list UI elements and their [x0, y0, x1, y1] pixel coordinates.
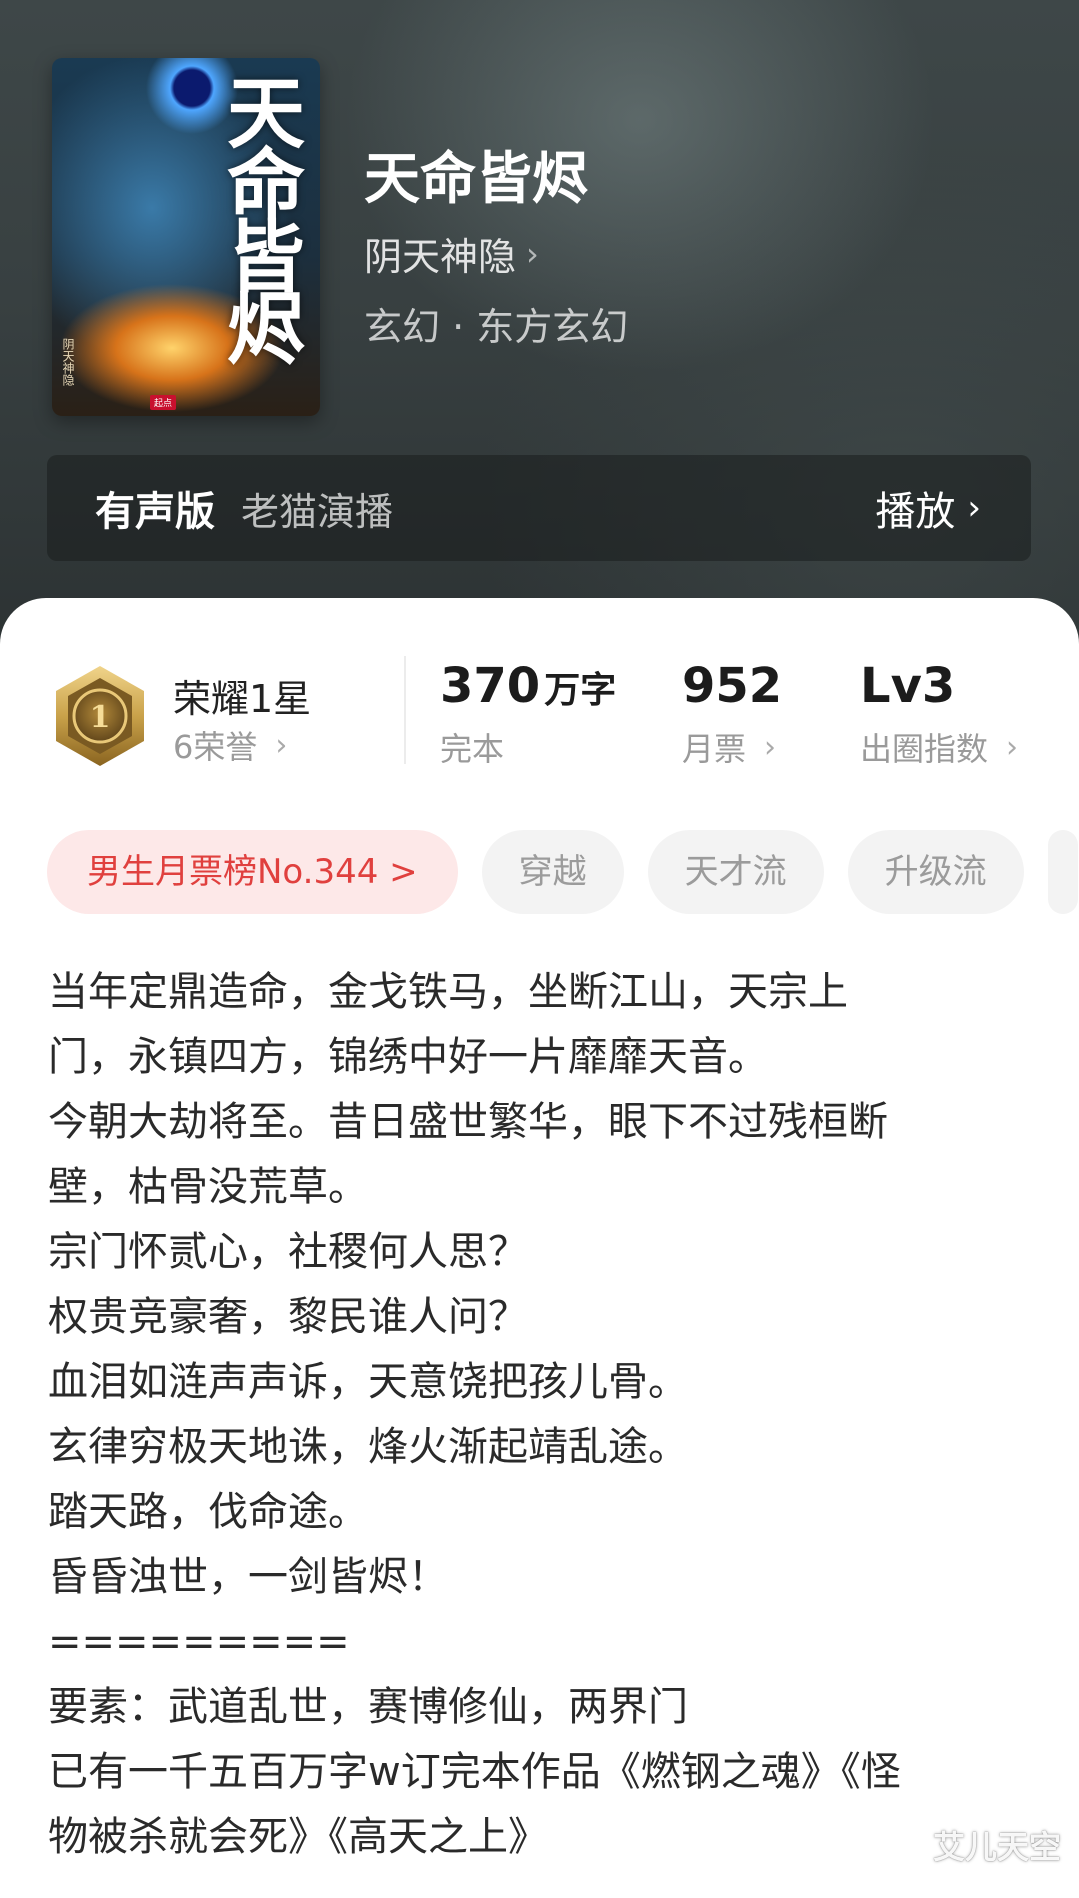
honor-title: 荣耀1星: [173, 677, 312, 721]
audiobook-bar[interactable]: 有声版 老猫演播 播放 ›: [47, 455, 1031, 561]
book-header: 天命皆烬 阴天神隐 起点 天命皆烬 阴天神隐 › 玄幻 · 东方玄幻 有声版 老…: [0, 0, 1079, 660]
stat-popularity-index[interactable]: Lv3 出圈指数 ›: [860, 658, 1018, 770]
description-line: 权贵竞豪奢，黎民谁人问？: [48, 1294, 528, 1340]
description-line: =========: [48, 1619, 350, 1665]
honor-medal-icon: 1: [56, 666, 144, 766]
stats-divider: [404, 656, 406, 764]
cover-author-art: 阴天神隐: [61, 338, 75, 386]
tag-chip[interactable]: 升级流: [847, 830, 1024, 914]
description-line: 踏天路，伐命途。: [48, 1489, 368, 1535]
description-line: 要素：武道乱世，赛博修仙，两界门: [48, 1684, 688, 1730]
honor-link[interactable]: 6荣誉 ›: [173, 722, 287, 768]
cover-publisher-badge: 起点: [150, 395, 177, 410]
book-genre[interactable]: 玄幻 · 东方玄幻: [364, 296, 628, 351]
popularity-index-value: Lv3: [860, 658, 956, 714]
description-line: 昏昏浊世，一剑皆烬！: [48, 1554, 448, 1600]
tag-chip-overflow[interactable]: [1047, 830, 1078, 914]
chevron-right-icon: ›: [1006, 729, 1019, 765]
author-name: 阴天神隐: [364, 235, 517, 279]
honor-count: 6荣誉: [173, 728, 258, 766]
stat-monthly-tickets[interactable]: 952 月票 ›: [682, 658, 782, 770]
chevron-right-icon: ›: [275, 727, 288, 763]
chevron-right-icon: ›: [526, 234, 539, 273]
popularity-index-label: 出圈指数: [860, 730, 989, 768]
description-line: 壁，枯骨没荒草。: [48, 1164, 368, 1210]
description-line: 已有一千五百万字w订完本作品《燃钢之魂》《怪: [48, 1749, 901, 1795]
description-line: 玄律穷极天地诛，烽火渐起靖乱途。: [48, 1424, 688, 1470]
book-cover-image[interactable]: 天命皆烬 阴天神隐 起点: [52, 58, 320, 416]
chevron-right-icon: ›: [764, 729, 777, 765]
monthly-ticket-value: 952: [682, 658, 783, 714]
description-line: 门，永镇四方，锦绣中好一片靡靡天音。: [48, 1034, 768, 1080]
tag-chip[interactable]: 天才流: [647, 830, 824, 914]
word-count-unit: 万字: [544, 670, 617, 711]
watermark-text: 艾儿天空: [932, 1828, 1061, 1866]
completion-status: 完本: [440, 730, 505, 768]
audiobook-narrator: 老猫演播: [241, 489, 394, 534]
book-title: 天命皆烬: [364, 147, 588, 212]
stat-word-count: 370 万字 完本: [440, 658, 616, 770]
book-description: 当年定鼎造命，金戈铁马，坐断江山，天宗上 门，永镇四方，锦绣中好一片靡靡天音。 …: [48, 960, 1038, 1870]
play-label: 播放: [875, 489, 956, 535]
cover-title-art: 天命皆烬: [214, 72, 305, 360]
description-line: 宗门怀贰心，社稷何人思？: [48, 1229, 528, 1275]
description-line: 今朝大劫将至。昔日盛世繁华，眼下不过残桓断: [48, 1099, 888, 1145]
description-line: 当年定鼎造命，金戈铁马，坐断江山，天宗上: [48, 969, 848, 1015]
tag-row: 男生月票榜No.344 > 穿越 天才流 升级流: [47, 830, 1079, 914]
description-line: 物被杀就会死》《高天之上》: [48, 1814, 548, 1860]
monthly-ticket-label: 月票: [682, 730, 747, 768]
audiobook-label: 有声版: [95, 489, 215, 535]
author-link[interactable]: 阴天神隐 ›: [364, 226, 539, 281]
medal-number: 1: [90, 700, 111, 735]
book-detail-card: 1 荣耀1星 6荣誉 › 370 万字 完本 952 月票 › Lv3 出圈指数…: [0, 598, 1079, 1898]
word-count-value: 370: [440, 658, 541, 714]
description-line: 血泪如涟声声诉，天意饶把孩儿骨。: [48, 1359, 688, 1405]
audiobook-play-button[interactable]: 播放 ›: [875, 479, 981, 537]
ranking-tag[interactable]: 男生月票榜No.344 >: [47, 830, 458, 914]
tag-chip[interactable]: 穿越: [481, 830, 624, 914]
chevron-right-icon: ›: [967, 488, 981, 528]
